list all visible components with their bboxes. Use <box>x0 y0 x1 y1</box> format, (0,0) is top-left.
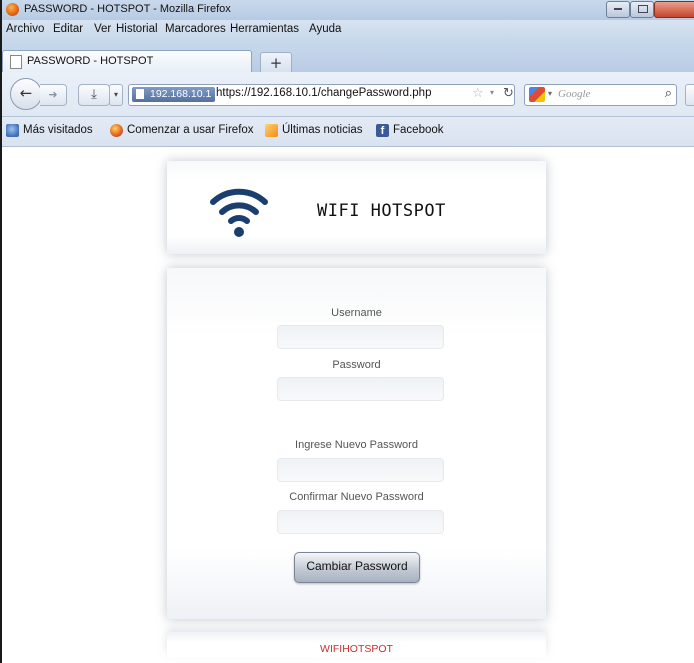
menu-ayuda[interactable]: Ayuda <box>309 23 341 35</box>
menu-ver[interactable]: Ver <box>94 23 111 35</box>
footer-text: WIFIHOTSPOT <box>320 643 393 655</box>
url-bar[interactable]: 192.168.10.1 https://192.168.10.1/change… <box>128 84 515 106</box>
page-content: WIFI HOTSPOT Username Password Ingrese N… <box>4 147 694 663</box>
bookmark-label: Más visitados <box>23 124 93 136</box>
change-password-button[interactable]: Cambiar Password <box>294 552 420 583</box>
header-card: WIFI HOTSPOT <box>167 161 546 254</box>
browser-window: PASSWORD - HOTSPOT - Mozilla Firefox Arc… <box>0 0 694 663</box>
maximize-icon <box>638 5 648 13</box>
navigation-bar: ← ➜ ⤓ ▾ 192.168.10.1 https://192.168.10.… <box>2 72 694 117</box>
facebook-icon: f <box>376 124 389 137</box>
minimize-button[interactable] <box>606 1 630 18</box>
new-password-field[interactable] <box>277 458 444 482</box>
firefox-icon <box>6 3 19 16</box>
new-password-label: Ingrese Nuevo Password <box>295 439 418 451</box>
page-title: WIFI HOTSPOT <box>317 201 446 221</box>
search-icon[interactable]: ⌕ <box>665 86 672 101</box>
maximize-button[interactable] <box>630 1 654 18</box>
url-history-dropdown-icon[interactable]: ▾ <box>490 88 494 97</box>
plus-icon: + <box>269 54 283 72</box>
menu-editar[interactable]: Editar <box>53 23 83 35</box>
bookmark-label: Facebook <box>393 124 444 136</box>
page-icon <box>10 55 22 69</box>
forward-arrow-icon: ➜ <box>48 88 58 101</box>
menu-archivo[interactable]: Archivo <box>6 23 44 35</box>
username-label: Username <box>331 307 382 319</box>
page-icon <box>136 89 144 99</box>
footer-card: WIFIHOTSPOT <box>167 632 546 658</box>
downloads-button[interactable]: ⤓ <box>78 84 110 106</box>
confirm-password-field[interactable] <box>277 510 444 534</box>
site-identity-button[interactable]: 192.168.10.1 <box>132 87 216 102</box>
menu-herramientas[interactable]: Herramientas <box>230 23 299 35</box>
menu-bar: Archivo Editar Ver Historial Marcadores … <box>2 20 694 40</box>
reload-icon[interactable]: ↻ <box>503 86 514 101</box>
search-input[interactable]: Google <box>558 88 590 100</box>
forward-button[interactable]: ➜ <box>40 84 67 106</box>
username-field[interactable] <box>277 325 444 349</box>
window-controls <box>606 0 694 18</box>
password-label: Password <box>332 359 381 371</box>
download-icon: ⤓ <box>91 87 97 102</box>
back-arrow-icon: ← <box>19 84 33 102</box>
menu-historial[interactable]: Historial <box>116 23 158 35</box>
google-engine-icon[interactable] <box>529 87 545 102</box>
toolbar-overflow-button[interactable] <box>685 84 694 106</box>
tab-password-hotspot[interactable]: PASSWORD - HOTSPOT <box>2 50 252 73</box>
password-form-card: Username Password Ingrese Nuevo Password… <box>167 268 546 619</box>
close-button[interactable] <box>654 1 694 18</box>
wifi-icon <box>210 188 268 237</box>
tab-strip: PASSWORD - HOTSPOT + <box>2 40 694 74</box>
tab-label: PASSWORD - HOTSPOT <box>27 55 154 67</box>
password-field[interactable] <box>277 377 444 401</box>
rss-icon <box>265 124 278 137</box>
menu-marcadores[interactable]: Marcadores <box>165 23 226 35</box>
bookmark-star-icon[interactable]: ☆ <box>472 86 484 101</box>
engine-dropdown-icon[interactable]: ▾ <box>548 89 552 98</box>
confirm-password-label: Confirmar Nuevo Password <box>289 491 424 503</box>
title-bar: PASSWORD - HOTSPOT - Mozilla Firefox <box>2 0 694 20</box>
bookmarks-bar: Más visitados Comenzar a usar Firefox Úl… <box>2 117 694 147</box>
firefox-icon <box>110 124 123 137</box>
search-bar[interactable]: ▾ Google ⌕ <box>524 84 677 106</box>
new-tab-button[interactable]: + <box>260 52 292 74</box>
bookmark-label: Últimas noticias <box>282 124 363 136</box>
url-text[interactable]: https://192.168.10.1/changePassword.php <box>216 87 431 99</box>
most-visited-icon <box>6 124 19 137</box>
back-button[interactable]: ← <box>10 78 42 110</box>
bookmark-label: Comenzar a usar Firefox <box>127 124 254 136</box>
downloads-dropdown[interactable]: ▾ <box>109 84 123 106</box>
window-title: PASSWORD - HOTSPOT - Mozilla Firefox <box>24 3 231 15</box>
site-identity-label: 192.168.10.1 <box>150 88 212 100</box>
minimize-icon <box>614 8 622 10</box>
